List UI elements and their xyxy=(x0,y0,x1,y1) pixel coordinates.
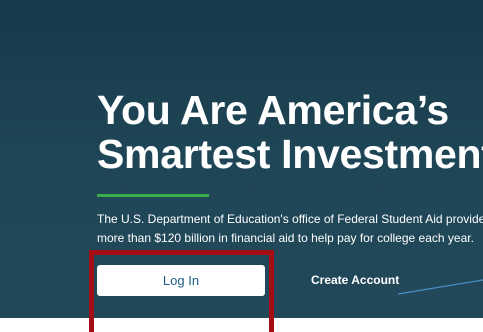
create-account-link[interactable]: Create Account xyxy=(311,273,399,287)
description-line-1: The U.S. Department of Education's offic… xyxy=(97,212,483,226)
description-line-2: more than $120 billion in financial aid … xyxy=(97,231,474,245)
headline-line-2: Smartest Investment xyxy=(97,131,483,177)
login-highlight-box xyxy=(89,250,274,332)
hero-headline: You Are America’s Smartest Investment xyxy=(97,88,483,176)
hero-description: The U.S. Department of Education's offic… xyxy=(97,210,483,248)
headline-line-1: You Are America’s xyxy=(97,87,449,133)
headline-accent-bar xyxy=(97,194,209,197)
